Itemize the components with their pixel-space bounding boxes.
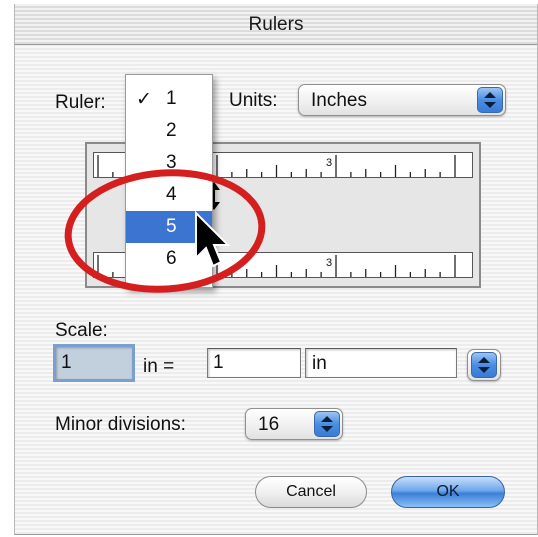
check-icon: ✓ — [136, 89, 152, 110]
scale-unit-field[interactable]: in — [305, 348, 457, 378]
ruler-menu-item-3[interactable]: 3 — [126, 147, 212, 179]
units-value: Inches — [311, 90, 367, 111]
scale-left-field[interactable] — [53, 344, 135, 382]
ruler-menu-item-4[interactable]: 4 — [126, 179, 212, 211]
ruler-menu-item-5[interactable]: 5 — [126, 211, 212, 243]
scale-label: Scale: — [55, 320, 108, 341]
ruler-menu-item-2[interactable]: 2 — [126, 115, 212, 147]
ruler-dropdown-menu: ✓ 1 2 3 4 5 6 — [125, 74, 213, 288]
rulers-dialog: Rulers Ruler: Units: Inches 23 23 Scale:… — [14, 4, 538, 535]
ruler-label: Ruler: — [55, 92, 106, 113]
ruler-menu-item-6[interactable]: 6 — [126, 243, 212, 275]
scale-right-field[interactable] — [207, 348, 301, 378]
minor-divisions-label: Minor divisions: — [55, 414, 186, 435]
ruler-menu-item-1[interactable]: ✓ 1 — [126, 83, 212, 115]
window-title: Rulers — [248, 14, 304, 35]
popup-arrows-icon — [471, 352, 497, 378]
popup-arrows-icon — [477, 87, 503, 113]
minor-divisions-popup[interactable]: 16 — [245, 408, 343, 440]
cancel-button[interactable]: Cancel — [255, 476, 367, 508]
units-popup[interactable]: Inches — [298, 84, 506, 116]
scale-equals-label: in = — [143, 356, 175, 377]
scale-unit-popup[interactable] — [467, 349, 501, 381]
popup-arrows-icon — [314, 411, 340, 437]
ok-button[interactable]: OK — [391, 476, 505, 508]
units-label: Units: — [229, 90, 278, 111]
minor-divisions-value: 16 — [258, 414, 280, 435]
title-bar: Rulers — [15, 4, 537, 45]
